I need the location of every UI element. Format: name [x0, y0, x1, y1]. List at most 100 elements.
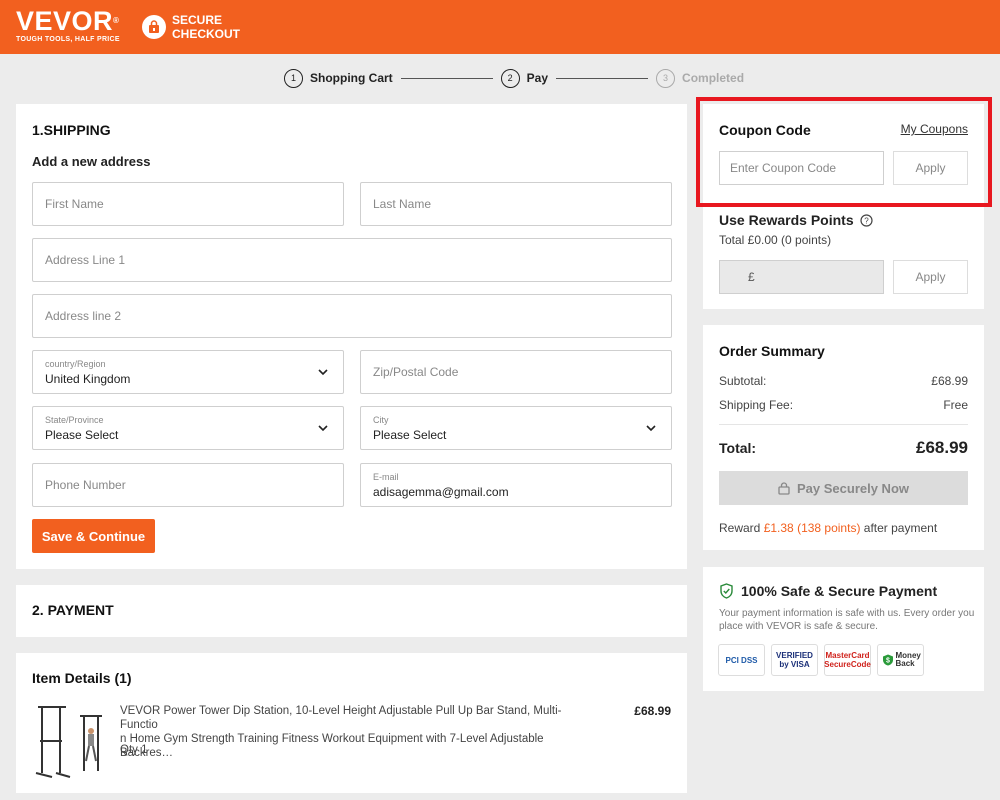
step-shopping-cart[interactable]: 1 Shopping Cart	[284, 68, 393, 88]
verified-by-visa-badge: VERIFIED by VISA	[771, 644, 818, 676]
address-line1-field[interactable]: Address Line 1	[32, 238, 672, 282]
step-label: Completed	[682, 71, 745, 85]
subtotal-value: £68.99	[931, 374, 968, 388]
subtotal-row: Subtotal: £68.99	[719, 374, 968, 388]
address-line1-placeholder: Address Line 1	[45, 253, 126, 267]
reward-suffix: after payment	[863, 521, 938, 535]
step-label: Pay	[526, 71, 549, 85]
shipping-fee-value: Free	[943, 398, 968, 412]
logo-tagline: TOUGH TOOLS, HALF PRICE	[16, 36, 120, 43]
address-line2-field[interactable]: Address line 2	[32, 294, 672, 338]
checkout-steps: 1 Shopping Cart 2 Pay 3 Completed	[284, 68, 744, 88]
total-row: Total: £68.99	[719, 438, 968, 458]
svg-text:$: $	[886, 658, 890, 665]
step-divider	[556, 77, 649, 79]
money-back-badge: $ Money Back	[877, 644, 924, 676]
step-number: 3	[656, 68, 676, 88]
phone-field[interactable]: Phone Number	[32, 463, 344, 507]
logo-mark: ®	[113, 16, 120, 25]
money-back-label: Money Back	[895, 651, 921, 668]
svg-text:?: ?	[864, 216, 869, 225]
safe-text-line2: place with VEVOR is safe & secure.	[719, 621, 878, 632]
secure-text-line2: CHECKOUT	[172, 27, 240, 41]
reward-amount: £1.38 (138 points)	[763, 521, 861, 535]
shipping-title: 1.SHIPPING	[32, 122, 111, 138]
pay-securely-button[interactable]: Pay Securely Now	[719, 471, 968, 505]
pci-dss-badge: PCI DSS	[718, 644, 765, 676]
email-label: E-mail	[373, 471, 399, 482]
shield-check-icon	[720, 583, 733, 599]
pay-securely-label: Pay Securely Now	[797, 480, 909, 496]
rewards-input[interactable]: £	[719, 260, 884, 294]
item-details-title: Item Details (1)	[32, 670, 132, 686]
payment-title: 2. PAYMENT	[32, 602, 114, 618]
address-line2-placeholder: Address line 2	[45, 309, 122, 323]
step-number: 2	[500, 68, 520, 88]
step-label: Shopping Cart	[310, 71, 393, 85]
chevron-down-icon	[646, 425, 656, 432]
zip-placeholder: Zip/Postal Code	[373, 365, 459, 379]
step-divider	[400, 77, 493, 79]
rewards-apply-button[interactable]: Apply	[893, 260, 968, 294]
first-name-field[interactable]: First Name	[32, 182, 344, 226]
step-pay: 2 Pay	[500, 68, 549, 88]
help-icon[interactable]: ?	[860, 213, 873, 227]
mastercard-securecode-badge: MasterCard SecureCode	[824, 644, 871, 676]
power-tower-image	[35, 706, 102, 778]
reward-prefix: Reward	[719, 521, 761, 535]
last-name-field[interactable]: Last Name	[360, 182, 672, 226]
phone-placeholder: Phone Number	[45, 478, 126, 492]
city-label: City	[373, 414, 389, 425]
secure-text-line1: SECURE	[172, 13, 223, 27]
country-value: United Kingdom	[45, 371, 131, 386]
logo-text: VEVOR	[16, 6, 114, 36]
shipping-card: 1.SHIPPING Add a new address First Name …	[16, 104, 687, 569]
shipping-fee-row: Shipping Fee: Free	[719, 398, 968, 412]
rewards-total: Total £0.00 (0 points)	[719, 233, 832, 247]
subtotal-label: Subtotal:	[719, 374, 767, 388]
product-price: £68.99	[634, 704, 671, 718]
rewards-currency: £	[748, 270, 755, 284]
lock-bag-icon	[142, 15, 166, 39]
email-field[interactable]: E-mail adisagemma@gmail.com	[360, 463, 672, 507]
total-label: Total:	[719, 440, 757, 456]
summary-divider	[719, 424, 968, 425]
city-select[interactable]: City Please Select	[360, 406, 672, 450]
chevron-down-icon	[318, 425, 328, 432]
rewards-title: Use Rewards Points	[719, 212, 854, 228]
state-label: State/Province	[45, 414, 104, 425]
country-select[interactable]: country/Region United Kingdom	[32, 350, 344, 394]
country-label: country/Region	[45, 358, 106, 369]
reward-note: Reward £1.38 (138 points) after payment	[719, 521, 937, 535]
item-details-card: Item Details (1) VEVOR Power Tower Dip S…	[16, 653, 687, 793]
product-title-line2[interactable]: n Home Gym Strength Training Fitness Wor…	[120, 732, 580, 760]
product-thumbnail[interactable]	[32, 701, 102, 779]
vevor-logo[interactable]: VEVOR® TOUGH TOOLS, HALF PRICE	[16, 7, 120, 43]
lock-icon	[778, 481, 790, 495]
last-name-placeholder: Last Name	[373, 197, 432, 211]
product-title-line1[interactable]: VEVOR Power Tower Dip Station, 10-Level …	[120, 704, 580, 732]
state-value: Please Select	[45, 427, 119, 442]
product-qty: Qty 1	[120, 744, 148, 756]
header-bar: VEVOR® TOUGH TOOLS, HALF PRICE SECURE CH…	[0, 0, 1000, 54]
city-value: Please Select	[373, 427, 447, 442]
step-completed: 3 Completed	[656, 68, 745, 88]
shipping-fee-label: Shipping Fee:	[719, 398, 794, 412]
order-summary-title: Order Summary	[719, 343, 825, 359]
state-select[interactable]: State/Province Please Select	[32, 406, 344, 450]
chevron-down-icon	[318, 369, 328, 376]
step-number: 1	[284, 68, 303, 88]
safe-text-line1: Your payment information is safe with us…	[719, 608, 975, 619]
order-summary-card: Order Summary Subtotal: £68.99 Shipping …	[703, 325, 984, 550]
save-continue-button[interactable]: Save & Continue	[32, 519, 155, 553]
dollar-shield-icon: $	[882, 654, 893, 666]
payment-card[interactable]: 2. PAYMENT	[16, 585, 687, 637]
safe-payment-title: 100% Safe & Secure Payment	[741, 583, 938, 599]
secure-checkout: SECURE CHECKOUT	[142, 13, 240, 41]
email-value: adisagemma@gmail.com	[373, 484, 509, 499]
add-address-title: Add a new address	[32, 154, 151, 169]
zip-field[interactable]: Zip/Postal Code	[360, 350, 672, 394]
first-name-placeholder: First Name	[45, 197, 104, 211]
total-value: £68.99	[916, 438, 968, 457]
highlight-box	[696, 97, 992, 207]
